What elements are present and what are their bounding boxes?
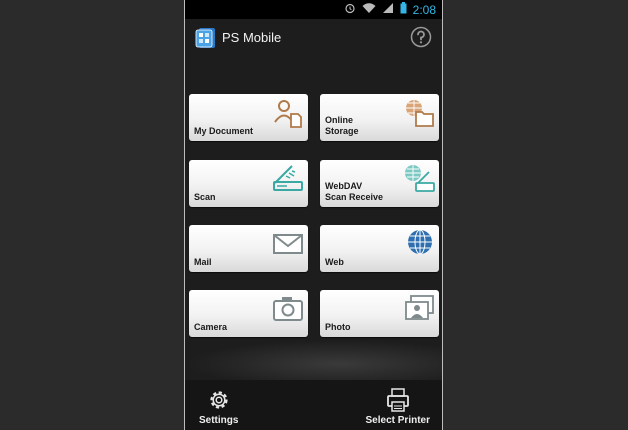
status-bar: 2:08 xyxy=(185,0,442,19)
help-button[interactable] xyxy=(410,26,432,48)
select-printer-label: Select Printer xyxy=(365,415,430,426)
background-texture xyxy=(185,340,442,380)
tile-scan[interactable]: Scan xyxy=(189,160,308,207)
tile-label: Mail xyxy=(194,257,212,267)
scanner-icon xyxy=(272,164,304,194)
select-printer-button[interactable]: Select Printer xyxy=(366,387,430,426)
printer-icon xyxy=(386,388,409,412)
tile-online-storage[interactable]: Online Storage xyxy=(320,94,439,141)
tile-label: WebDAV Scan Receive xyxy=(325,181,384,202)
tile-label: Photo xyxy=(325,322,351,332)
tile-label: Online Storage xyxy=(325,115,359,136)
tile-camera[interactable]: Camera xyxy=(189,290,308,337)
alarm-icon xyxy=(344,1,356,19)
app-title: PS Mobile xyxy=(222,30,282,45)
gear-icon xyxy=(210,391,228,409)
photo-icon xyxy=(403,294,435,324)
phone-screen: 2:08 PS Mobile My Document Online Storag… xyxy=(184,0,443,430)
battery-icon xyxy=(400,1,407,19)
status-clock: 2:08 xyxy=(412,2,436,17)
document-person-icon xyxy=(272,98,304,128)
mail-icon xyxy=(272,229,304,259)
settings-label: Settings xyxy=(199,415,239,426)
tile-webdav-scan-receive[interactable]: WebDAV Scan Receive xyxy=(320,160,439,207)
tile-web[interactable]: Web xyxy=(320,225,439,272)
help-icon xyxy=(410,26,432,48)
tile-label: Scan xyxy=(194,192,216,202)
tile-label: My Document xyxy=(194,126,254,136)
app-logo-icon xyxy=(195,27,217,49)
tile-label: Camera xyxy=(194,322,228,332)
signal-icon xyxy=(382,1,394,19)
bottom-bar: Settings Select Printer xyxy=(185,380,442,430)
settings-button[interactable]: Settings xyxy=(199,387,238,426)
camera-icon xyxy=(272,294,304,324)
tile-photo[interactable]: Photo xyxy=(320,290,439,337)
wifi-icon xyxy=(362,1,376,19)
app-bar: PS Mobile xyxy=(185,19,442,57)
tile-label: Web xyxy=(325,257,344,267)
globe-scanner-icon xyxy=(403,164,435,194)
tile-mail[interactable]: Mail xyxy=(189,225,308,272)
globe-folder-icon xyxy=(403,98,435,128)
tile-my-document[interactable]: My Document xyxy=(189,94,308,141)
globe-icon xyxy=(403,229,435,259)
